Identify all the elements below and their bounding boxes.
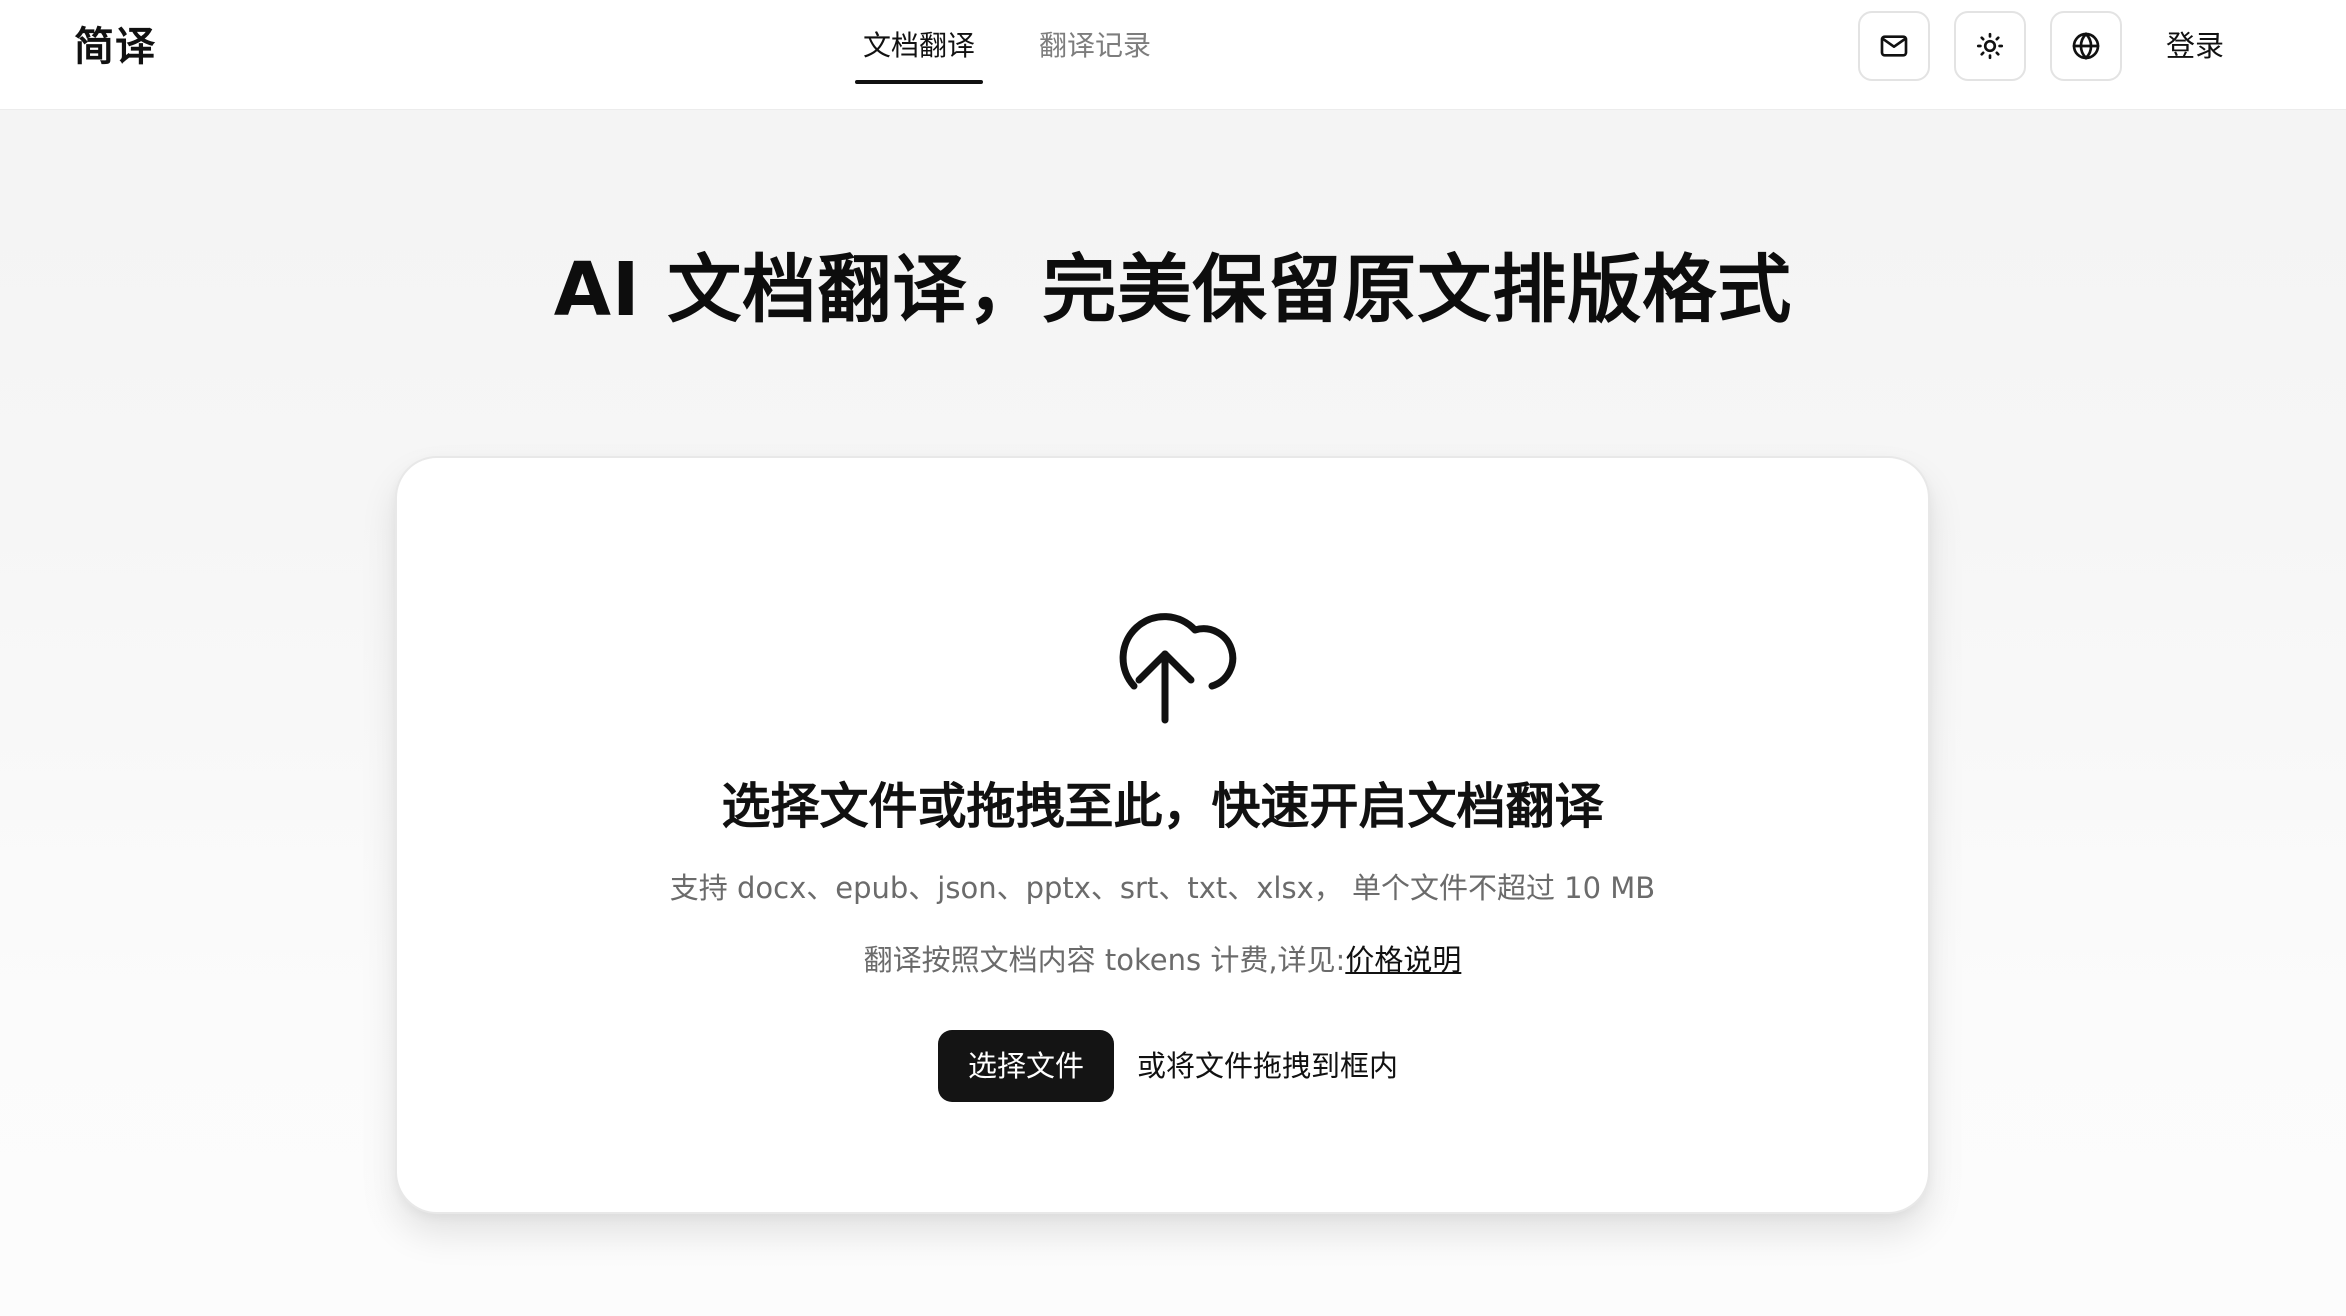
pricing-note-text: 翻译按照文档内容 tokens 计费,详见: (863, 943, 1346, 977)
top-navbar: 简译 文档翻译 翻译记录 登录 (0, 0, 2346, 110)
upload-title: 选择文件或拖拽至此，快速开启文档翻译 (721, 778, 1604, 835)
globe-icon (2072, 32, 2100, 60)
select-file-button[interactable]: 选择文件 (938, 1030, 1114, 1102)
cloud-upload-icon (1119, 613, 1237, 724)
theme-toggle-button[interactable] (1954, 11, 2026, 81)
upload-dropzone[interactable]: 选择文件或拖拽至此，快速开启文档翻译 支持 docx、epub、json、ppt… (395, 456, 1930, 1214)
language-button[interactable] (2050, 11, 2122, 81)
pricing-link[interactable]: 价格说明 (1345, 943, 1461, 977)
supported-formats-text: 支持 docx、epub、json、pptx、srt、txt、xlsx， 单个文… (669, 871, 1656, 905)
tab-document-translation[interactable]: 文档翻译 (855, 26, 983, 84)
drop-hint-text: 或将文件拖拽到框内 (1137, 1049, 1399, 1083)
app-logo[interactable]: 简译 (74, 22, 156, 72)
mail-button[interactable] (1858, 11, 1930, 81)
pricing-note: 翻译按照文档内容 tokens 计费,详见:价格说明 (397, 940, 1928, 980)
page-title: AI 文档翻译，完美保留原文排版格式 (553, 247, 1793, 333)
sun-icon (1976, 32, 2004, 60)
mail-icon (1880, 35, 1908, 57)
login-button[interactable]: 登录 (2166, 24, 2232, 68)
tab-translation-history[interactable]: 翻译记录 (1035, 26, 1155, 84)
